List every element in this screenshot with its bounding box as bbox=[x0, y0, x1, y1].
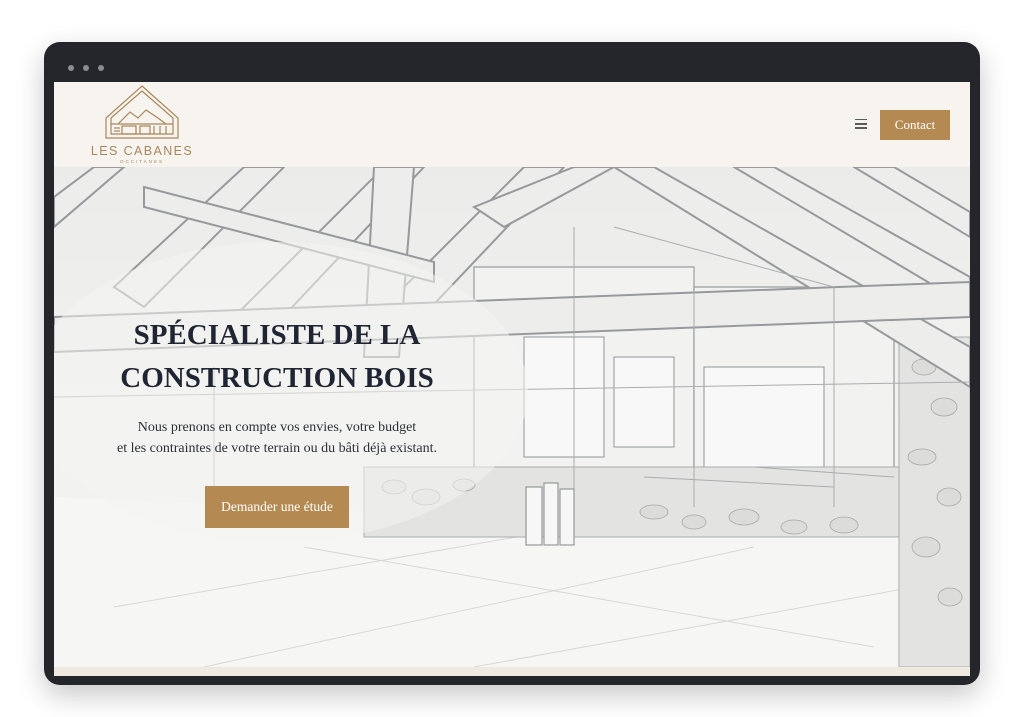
hero-title-line: CONSTRUCTION BOIS bbox=[120, 362, 434, 394]
window-dot-icon bbox=[68, 65, 74, 71]
hero-title: SPÉCIALISTE DE LA CONSTRUCTION BOIS bbox=[54, 314, 500, 400]
hero-section: SPÉCIALISTE DE LA CONSTRUCTION BOIS Nous… bbox=[54, 167, 970, 667]
request-study-button[interactable]: Demander une étude bbox=[205, 486, 349, 528]
cabin-roof-logo-icon bbox=[105, 85, 179, 139]
hamburger-menu-icon[interactable] bbox=[855, 119, 867, 129]
hero-description: Nous prenons en compte vos envies, votre… bbox=[54, 417, 500, 459]
hero-description-line: Nous prenons en compte vos envies, votre… bbox=[137, 420, 417, 435]
hero-title-line: SPÉCIALISTE DE LA bbox=[133, 319, 421, 351]
window-dot-icon bbox=[83, 65, 89, 71]
brand-logo[interactable]: LES CABANES OCCITANES bbox=[78, 84, 206, 166]
browser-window: LES CABANES OCCITANES Contact SPÉCIALIST… bbox=[44, 42, 980, 685]
window-controls bbox=[68, 65, 104, 71]
hero-description-line: et les contraintes de votre terrain ou d… bbox=[117, 441, 437, 456]
contact-button[interactable]: Contact bbox=[880, 110, 950, 140]
brand-name: LES CABANES bbox=[90, 144, 194, 158]
section-divider bbox=[54, 667, 970, 676]
site-header: LES CABANES OCCITANES Contact bbox=[54, 82, 970, 167]
page-viewport: LES CABANES OCCITANES Contact SPÉCIALIST… bbox=[54, 82, 970, 676]
brand-tagline: OCCITANES bbox=[120, 159, 164, 164]
window-dot-icon bbox=[98, 65, 104, 71]
